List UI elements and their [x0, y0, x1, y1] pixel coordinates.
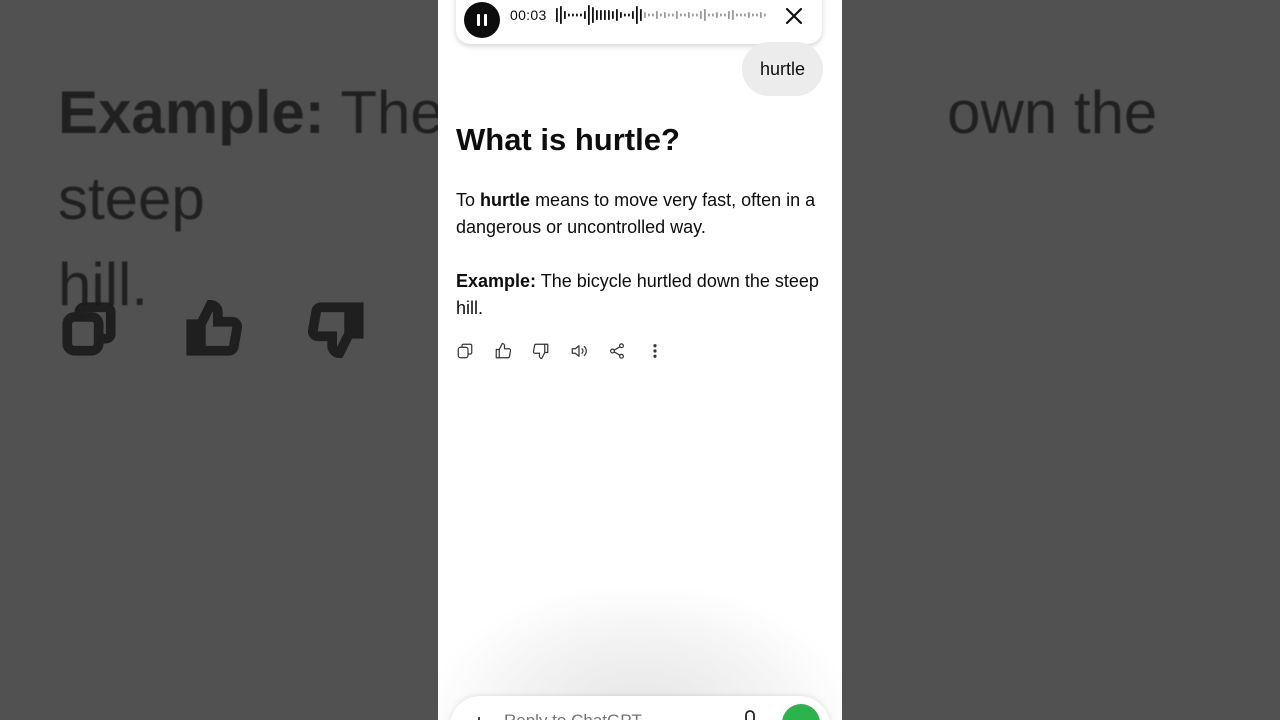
waveform-bar	[612, 11, 614, 19]
background-thumbs-up-icon	[186, 300, 242, 356]
copy-icon	[457, 343, 473, 359]
waveform-bar	[704, 9, 706, 21]
thumbs-down-icon	[532, 343, 549, 360]
waveform-bar	[644, 12, 646, 18]
read-aloud-icon	[571, 345, 587, 357]
waveform-bar	[580, 13, 582, 17]
waveform-bar	[636, 6, 638, 24]
waveform-bar	[624, 13, 626, 17]
audio-player-bar: 00:03	[456, 0, 822, 44]
copy-button[interactable]	[456, 340, 494, 362]
waveform-bar	[592, 7, 594, 23]
response-heading: What is hurtle?	[456, 122, 680, 157]
thumbs-up-icon	[495, 342, 512, 359]
waveform-bar	[692, 13, 694, 17]
waveform-bar	[648, 13, 650, 17]
background-copy-icon	[62, 302, 116, 356]
close-icon[interactable]	[782, 4, 806, 28]
pause-button[interactable]	[464, 2, 500, 38]
microphone-icon[interactable]	[742, 710, 758, 720]
example-label: Example:	[456, 271, 537, 291]
waveform-bar	[556, 8, 558, 22]
waveform-bar	[752, 13, 754, 17]
chat-screen: 00:03 hurtle What is hurtle? To hurtle m…	[438, 0, 842, 720]
waveform-bar	[684, 13, 686, 17]
waveform-bar	[640, 9, 642, 21]
waveform-bar	[740, 13, 742, 17]
read-aloud-button[interactable]	[570, 340, 608, 362]
waveform-bar	[688, 12, 690, 18]
waveform-bar	[560, 6, 562, 24]
background-action-icons	[60, 300, 366, 358]
thumbs-down-button[interactable]	[532, 340, 570, 362]
waveform-bar	[756, 13, 758, 17]
attach-button[interactable]: +	[472, 710, 486, 720]
share-icon	[610, 343, 624, 359]
waveform-bar	[652, 13, 654, 17]
message-composer: +	[450, 696, 830, 720]
waveform-bar	[664, 12, 666, 18]
waveform-bar	[668, 13, 670, 17]
user-message-bubble: hurtle	[741, 42, 823, 96]
waveform-bar	[572, 13, 574, 17]
waveform-bar	[680, 13, 682, 17]
waveform-bar	[632, 11, 634, 19]
waveform-bar	[728, 11, 730, 19]
thumbs-up-button[interactable]	[494, 340, 532, 362]
waveform-bar	[764, 13, 766, 17]
waveform-bar	[600, 10, 602, 20]
response-actions	[456, 340, 684, 362]
waveform-bar	[604, 10, 606, 20]
waveform-bar	[696, 13, 698, 17]
waveform-bar	[700, 11, 702, 19]
waveform-bar	[712, 13, 714, 17]
share-button[interactable]	[608, 340, 646, 362]
waveform-bar	[608, 10, 610, 20]
definition-term: hurtle	[480, 190, 531, 210]
waveform-bar	[564, 11, 566, 19]
example-paragraph: Example: The bicycle hurtled down the st…	[456, 268, 824, 322]
waveform-bar	[672, 13, 674, 17]
waveform-bar	[656, 11, 658, 19]
pause-icon	[475, 14, 489, 26]
user-message-text: hurtle	[759, 58, 805, 79]
waveform-bar	[736, 13, 738, 17]
waveform-bar	[616, 9, 618, 21]
more-icon	[653, 344, 657, 358]
waveform-bar	[748, 12, 750, 18]
waveform-bar	[576, 13, 578, 17]
voice-mode-button[interactable]	[782, 704, 820, 720]
waveform-bar	[720, 13, 722, 17]
audio-waveform[interactable]	[556, 4, 766, 26]
waveform-bar	[708, 13, 710, 17]
waveform-bar	[596, 10, 598, 20]
waveform-bar	[620, 12, 622, 18]
background-thumbs-down-icon	[308, 302, 364, 358]
waveform-bar	[588, 5, 590, 25]
audio-elapsed-time: 00:03	[510, 7, 547, 23]
waveform-bar	[744, 13, 746, 17]
waveform-bar	[760, 12, 762, 18]
message-input[interactable]	[502, 710, 726, 720]
waveform-bar	[716, 12, 718, 18]
more-options-button[interactable]	[646, 340, 684, 362]
waveform-bar	[568, 13, 570, 17]
waveform-bar	[628, 13, 630, 17]
background-example-label: Example:	[58, 79, 325, 146]
waveform-bar	[732, 10, 734, 20]
waveform-bar	[660, 13, 662, 17]
definition-paragraph: To hurtle means to move very fast, often…	[456, 187, 824, 241]
waveform-bar	[724, 13, 726, 17]
definition-prefix: To	[456, 190, 476, 210]
waveform-bar	[584, 11, 586, 19]
waveform-bar	[676, 11, 678, 19]
